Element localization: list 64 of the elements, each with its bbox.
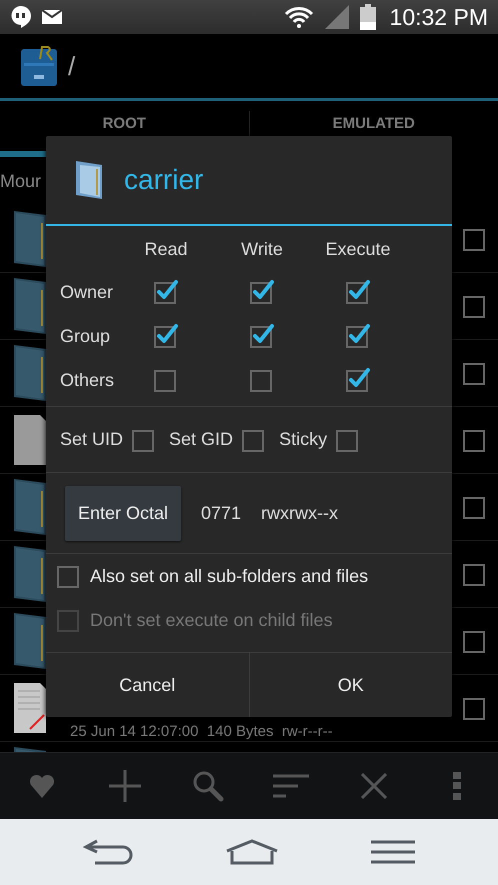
add-icon[interactable] <box>108 769 142 803</box>
row-label: Others <box>60 370 114 390</box>
section-header: Mour <box>0 171 42 192</box>
checkbox[interactable] <box>462 226 488 252</box>
battery-icon <box>360 4 376 30</box>
more-icon[interactable] <box>452 772 460 800</box>
mail-icon <box>42 10 62 24</box>
home-icon[interactable] <box>225 839 279 865</box>
file-details: 25 Jun 14 12:07:00 140 Bytes rw-r--r-- <box>70 723 333 740</box>
chat-bubble-icon <box>10 5 32 29</box>
app-logo-icon <box>20 45 58 87</box>
row-label: Group <box>60 326 110 346</box>
folder-icon <box>74 159 104 201</box>
option-label: Don't set execute on child files <box>90 610 333 630</box>
folder-icon <box>12 209 48 269</box>
dialog-title: carrier <box>124 164 204 196</box>
sort-icon[interactable] <box>272 773 308 799</box>
checkbox[interactable] <box>153 279 179 305</box>
enter-octal-button[interactable]: Enter Octal <box>65 486 181 540</box>
checkbox[interactable] <box>462 293 488 319</box>
folder-icon <box>12 477 48 537</box>
clock-time: 10:32 PM <box>390 4 488 30</box>
folder-icon <box>12 276 48 336</box>
checkbox[interactable] <box>345 279 371 305</box>
folder-icon <box>12 343 48 403</box>
checkbox[interactable] <box>345 323 371 349</box>
close-icon[interactable] <box>360 773 386 799</box>
checkbox[interactable] <box>462 494 488 520</box>
checkbox[interactable] <box>153 323 179 349</box>
signal-icon <box>324 4 350 30</box>
tab[interactable]: EMULATED <box>250 101 498 157</box>
file-icon <box>12 413 48 467</box>
checkbox[interactable] <box>345 367 371 393</box>
checkbox[interactable] <box>462 360 488 386</box>
dialog-button[interactable]: OK <box>248 653 452 717</box>
dialog-button[interactable]: Cancel <box>46 653 248 717</box>
checkbox[interactable] <box>462 561 488 587</box>
checkbox[interactable] <box>462 427 488 453</box>
folder-icon <box>12 611 48 671</box>
checkbox[interactable] <box>462 695 488 721</box>
checkbox[interactable] <box>249 323 275 349</box>
checkbox-label: Sticky <box>279 429 328 450</box>
octal-value: 0771 <box>201 502 242 524</box>
checkbox-label: Set GID <box>169 429 234 450</box>
checkbox[interactable] <box>153 367 179 393</box>
document-icon <box>12 681 48 735</box>
checkbox-label: Set UID <box>60 429 124 450</box>
checkbox[interactable] <box>249 279 275 305</box>
heart-icon[interactable] <box>28 773 54 799</box>
path-title: / <box>68 50 76 82</box>
option-label: Also set on all sub-folders and files <box>90 566 368 586</box>
checkbox[interactable] <box>56 563 82 589</box>
symbolic-permissions: rwxrwx--x <box>261 502 338 524</box>
checkbox[interactable] <box>249 367 275 393</box>
column-header: Execute <box>325 238 391 260</box>
back-icon[interactable] <box>83 839 133 865</box>
column-header: Read <box>144 238 188 260</box>
column-header: Write <box>241 238 283 260</box>
menu-icon[interactable] <box>371 840 415 864</box>
search-icon[interactable] <box>192 770 224 802</box>
folder-icon <box>12 544 48 604</box>
checkbox[interactable] <box>462 628 488 654</box>
wifi-icon <box>284 5 314 29</box>
row-label: Owner <box>60 282 114 302</box>
